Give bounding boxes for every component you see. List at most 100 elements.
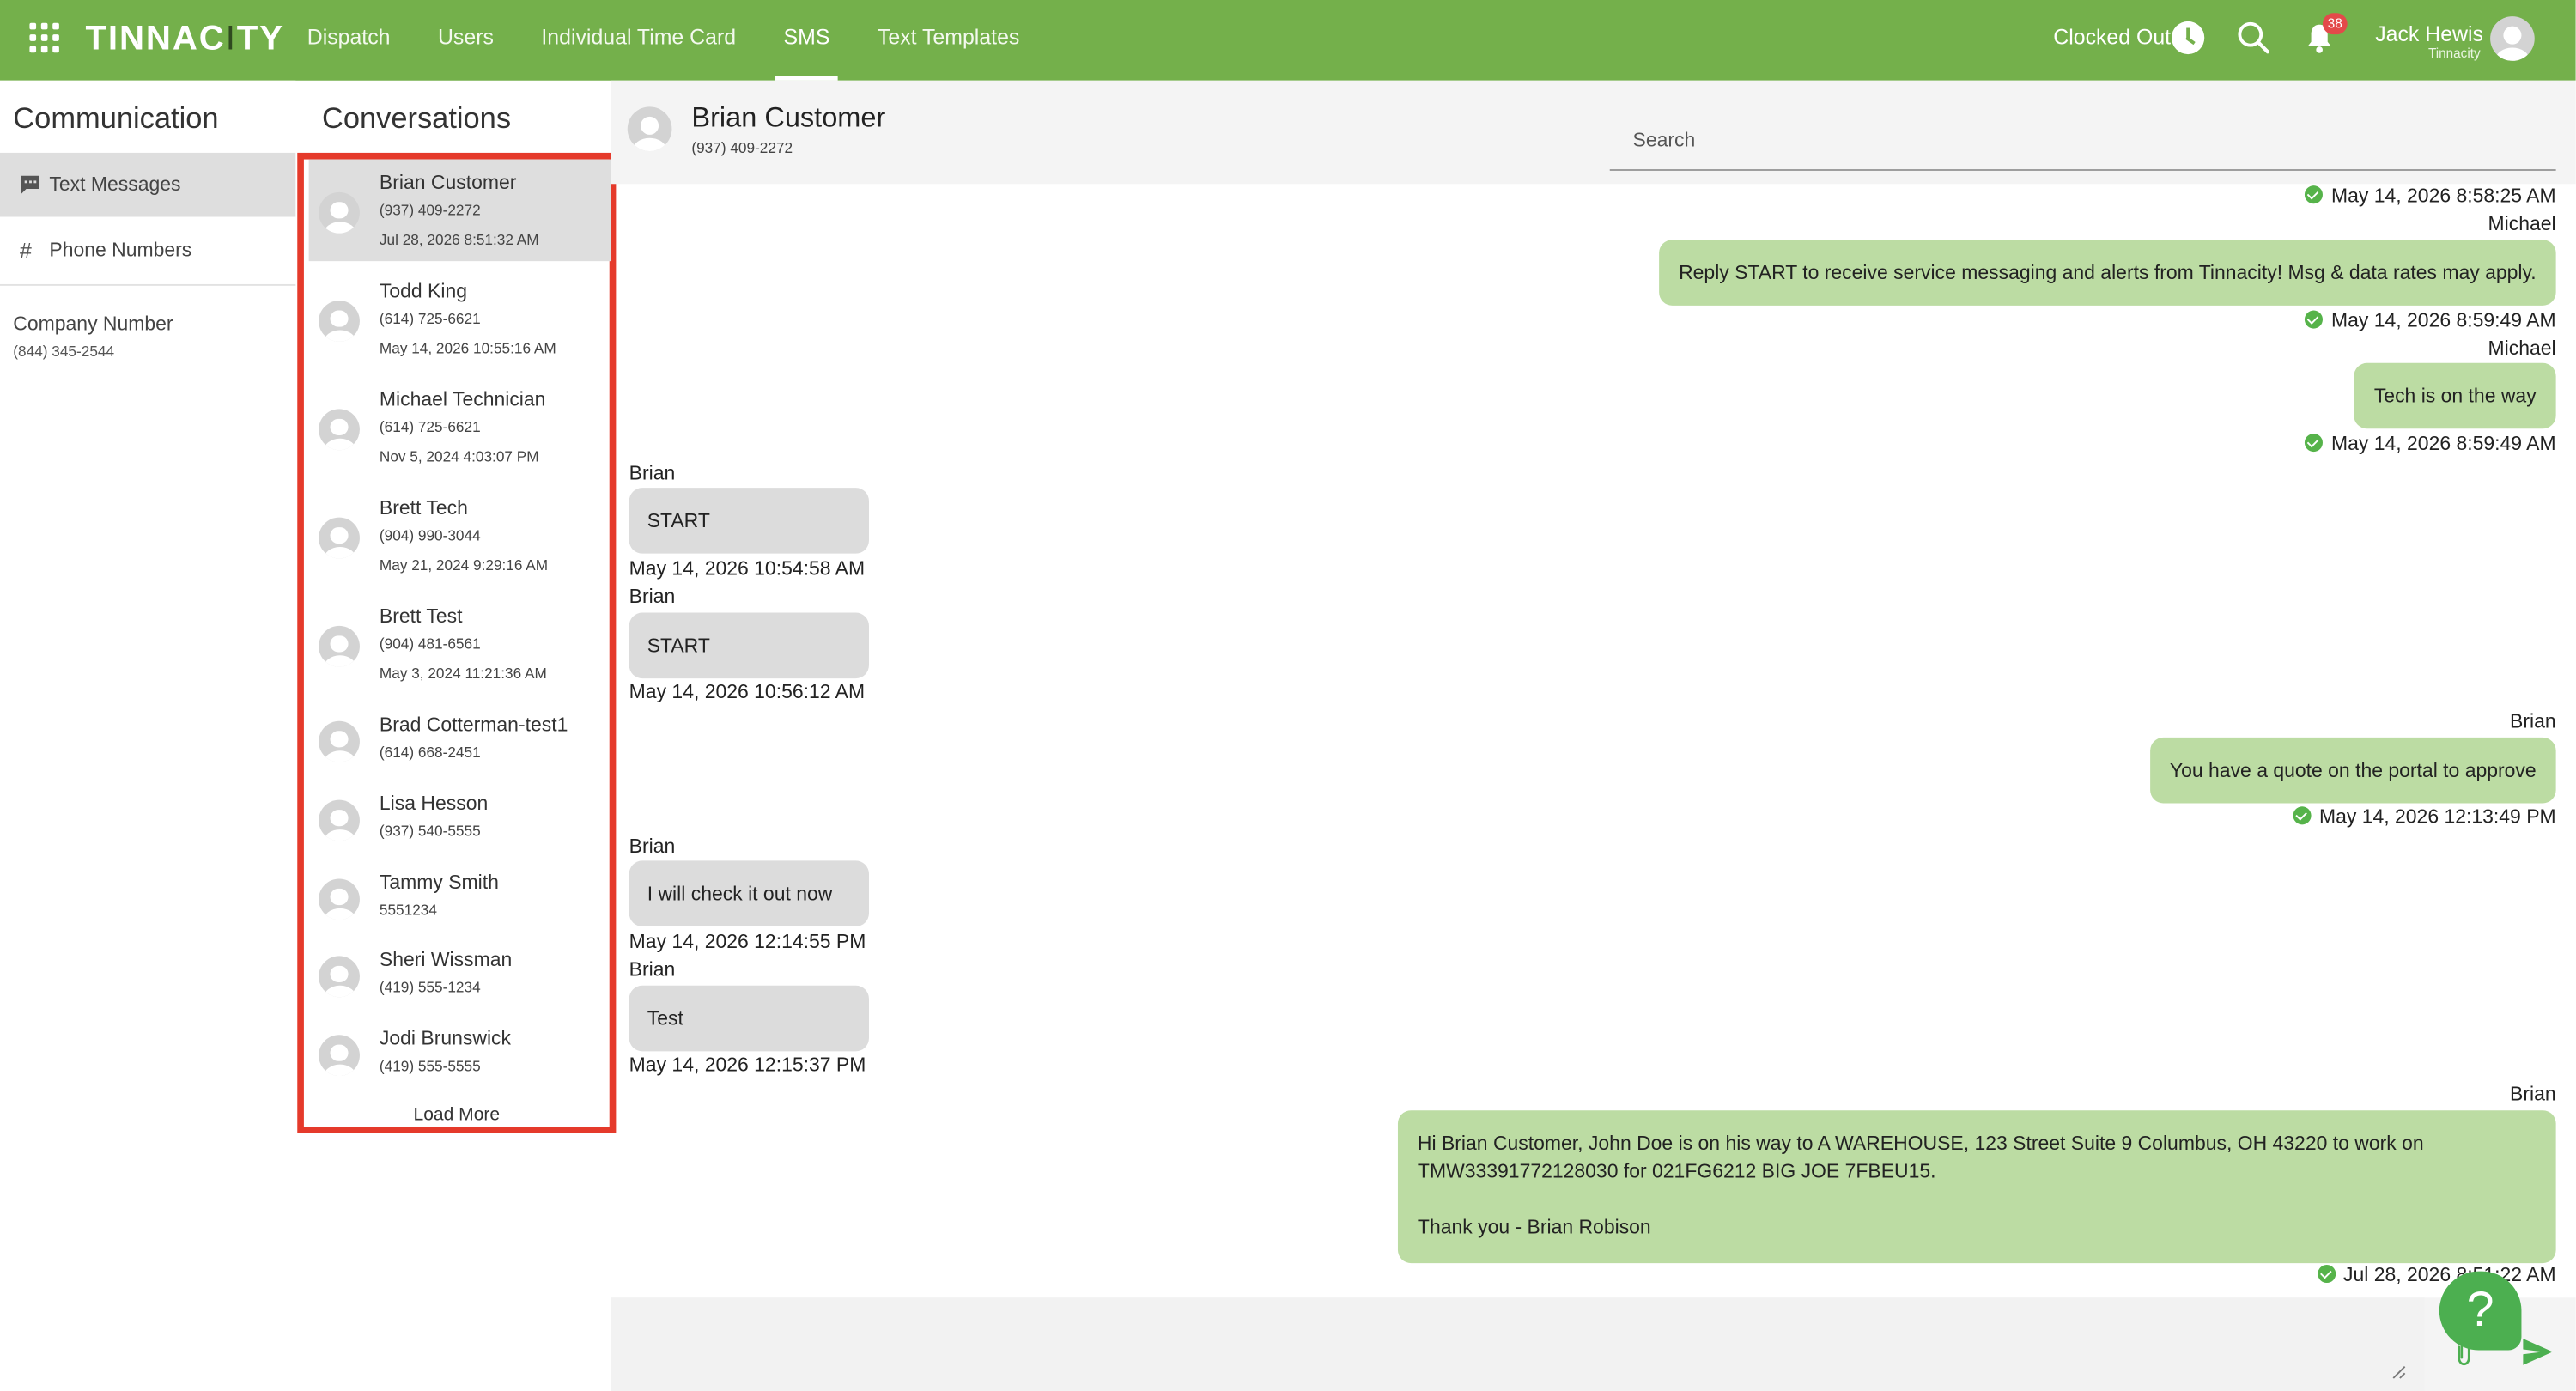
menu-text-messages[interactable]: Text Messages: [0, 152, 296, 217]
message-bubble-incoming: I will check it out now: [629, 860, 869, 926]
avatar: [319, 1035, 360, 1077]
top-bar: TINNACITY Dispatch Users Individual Time…: [0, 0, 2576, 81]
nav-dispatch[interactable]: Dispatch: [307, 0, 391, 81]
message-timestamp: May 14, 2026 10:54:58 AM: [629, 556, 866, 580]
nav-users[interactable]: Users: [438, 0, 494, 81]
nav-text-templates[interactable]: Text Templates: [878, 0, 1019, 81]
conversation-phone: (614) 725-6621: [379, 310, 481, 327]
avatar: [319, 956, 360, 998]
conversation-phone: (904) 481-6561: [379, 635, 481, 653]
conversation-item[interactable]: Todd King (614) 725-6621 May 14, 2026 10…: [309, 268, 611, 370]
user-organization: Tinnacity: [2427, 46, 2481, 61]
message-sender: Brian: [629, 585, 676, 608]
conversation-phone: (937) 409-2272: [379, 202, 481, 219]
message-input[interactable]: [611, 1297, 2425, 1391]
conversation-phone: 5551234: [379, 902, 437, 919]
conversation-name: Michael Technician: [379, 387, 546, 411]
message-search: [1609, 110, 2556, 171]
message-bubble-outgoing: Tech is on the way: [2354, 362, 2556, 429]
chat-header: Brian Customer (937) 409-2272: [611, 80, 2576, 185]
conversation-name: Todd King: [379, 279, 468, 302]
conversation-item[interactable]: Brett Test (904) 481-6561 May 3, 2024 11…: [309, 593, 611, 696]
conversation-date: May 21, 2024 9:29:16 AM: [379, 556, 549, 574]
conversation-name: Brett Test: [379, 604, 463, 628]
resize-handle-icon[interactable]: [2390, 1364, 2406, 1380]
clock-icon[interactable]: [2171, 21, 2205, 55]
conversation-date: Jul 28, 2026 8:51:32 AM: [379, 231, 539, 248]
avatar: [319, 409, 360, 451]
apps-grid-icon[interactable]: [29, 22, 59, 53]
message-line: TMW33391772128030 for 021FG6212 BIG JOE …: [1417, 1159, 1936, 1183]
contact-phone: (937) 409-2272: [691, 139, 793, 156]
nav-sms[interactable]: SMS: [775, 0, 839, 81]
conversation-name: Brad Cotterman-test1: [379, 713, 568, 737]
user-avatar[interactable]: [2490, 16, 2535, 61]
conversation-item[interactable]: Tammy Smith 5551234: [309, 859, 611, 931]
conversation-item[interactable]: Jodi Brunswick (419) 555-5555: [309, 1015, 611, 1087]
check-icon: [2305, 434, 2324, 453]
conversation-phone: (419) 555-1234: [379, 979, 481, 996]
communication-panel: Communication Text Messages # Phone Numb…: [0, 80, 296, 1391]
message-bubble-incoming: Test: [629, 985, 869, 1052]
company-number-label: Company Number: [13, 312, 173, 336]
avatar: [319, 720, 360, 762]
conversation-name: Brett Tech: [379, 495, 468, 519]
search-icon[interactable]: [2236, 20, 2272, 56]
hash-icon: #: [19, 238, 32, 264]
communication-title: Communication: [13, 101, 219, 135]
conversation-phone: (614) 725-6621: [379, 418, 481, 435]
chat-icon: [21, 175, 39, 194]
main-nav: Dispatch Users Individual Time Card SMS …: [307, 0, 1067, 81]
message-bubble-outgoing: You have a quote on the portal to approv…: [2149, 737, 2556, 804]
avatar: [319, 799, 360, 841]
avatar: [319, 878, 360, 920]
message-line: Thank you - Brian Robison: [1417, 1215, 1651, 1239]
contact-name: Brian Customer: [691, 101, 886, 133]
conversation-item[interactable]: Sheri Wissman (419) 555-1234: [309, 936, 611, 1008]
check-icon: [2317, 1265, 2336, 1284]
conversation-name: Brian Customer: [379, 170, 517, 194]
contact-avatar: [627, 106, 672, 151]
logo[interactable]: TINNACITY: [85, 20, 284, 59]
message-bubble-outgoing: Reply START to receive service messaging…: [1659, 240, 2556, 306]
conversation-date: May 3, 2024 11:21:36 AM: [379, 665, 547, 682]
menu-phone-numbers-label: Phone Numbers: [49, 238, 192, 262]
message-thread: May 14, 2026 8:58:25 AM Michael Reply ST…: [611, 184, 2576, 1297]
conversation-item[interactable]: Brian Customer (937) 409-2272 Jul 28, 20…: [308, 159, 611, 262]
load-more-button[interactable]: Load More: [304, 1105, 610, 1125]
nav-individual-time-card[interactable]: Individual Time Card: [541, 0, 736, 81]
conversation-date: May 14, 2026 10:55:16 AM: [379, 339, 556, 357]
conversation-date: Nov 5, 2024 4:03:07 PM: [379, 448, 539, 465]
notification-count-badge: 38: [2322, 13, 2348, 35]
conversation-item[interactable]: Michael Technician (614) 725-6621 Nov 5,…: [309, 376, 611, 478]
help-button[interactable]: ?: [2439, 1271, 2522, 1351]
message-line: Hi Brian Customer, John Doe is on his wa…: [1417, 1132, 2424, 1155]
message-bubble-incoming: START: [629, 612, 869, 679]
message-sender: Brian: [629, 834, 676, 858]
conversation-item[interactable]: Brad Cotterman-test1 (614) 668-2451: [309, 702, 611, 774]
conversation-name: Tammy Smith: [379, 870, 499, 894]
conversations-title: Conversations: [321, 101, 512, 135]
conversation-item[interactable]: Brett Tech (904) 990-3044 May 21, 2024 9…: [309, 484, 611, 586]
message-timestamp: Jul 28, 2026 8:51:22 AM: [2317, 1263, 2556, 1286]
avatar: [319, 625, 360, 667]
check-icon: [2293, 806, 2312, 825]
message-search-input[interactable]: [1609, 110, 2556, 170]
conversation-name: Lisa Hesson: [379, 792, 489, 815]
user-name[interactable]: Jack Hewis: [2375, 21, 2483, 46]
send-icon[interactable]: [2521, 1337, 2554, 1366]
message-bubble-outgoing: Hi Brian Customer, John Doe is on his wa…: [1397, 1110, 2556, 1264]
message-timestamp: May 14, 2026 10:56:12 AM: [629, 679, 866, 703]
conversation-name: Jodi Brunswick: [379, 1026, 512, 1050]
app-root: TINNACITY Dispatch Users Individual Time…: [0, 0, 2576, 1391]
menu-text-messages-label: Text Messages: [49, 172, 181, 196]
message-timestamp: May 14, 2026 8:59:49 AM: [2305, 309, 2556, 331]
message-sender: Brian: [2510, 1082, 2556, 1106]
divider: [0, 283, 296, 286]
message-timestamp: May 14, 2026 8:58:25 AM: [2305, 184, 2556, 207]
conversation-item[interactable]: Lisa Hesson (937) 540-5555: [309, 781, 611, 853]
menu-phone-numbers[interactable]: # Phone Numbers: [0, 218, 295, 282]
clock-status[interactable]: Clocked Out: [2053, 25, 2171, 50]
message-sender: Michael: [2488, 211, 2556, 235]
company-number-value: (844) 345-2544: [13, 343, 115, 360]
